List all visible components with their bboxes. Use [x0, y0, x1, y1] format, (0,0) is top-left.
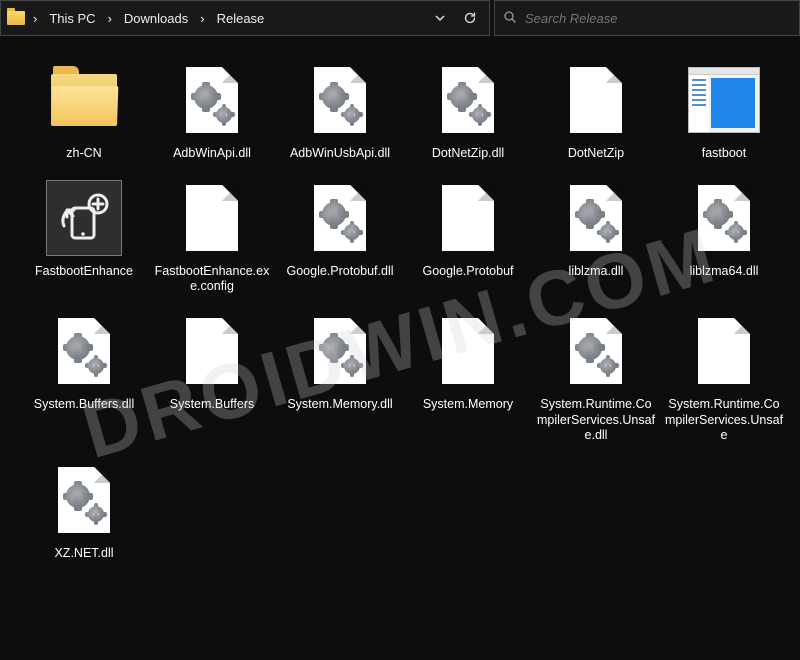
file-label: System.Runtime.CompilerServices.Unsafe [664, 397, 784, 444]
file-item[interactable]: System.Buffers.dll [20, 307, 148, 450]
search-input[interactable] [525, 11, 791, 26]
file-label: FastbootEnhance [35, 264, 133, 280]
search-icon [503, 10, 517, 27]
file-grid: zh-CN AdbWinApi.dll AdbWinUsbApi.dll DotNet… [20, 56, 790, 567]
file-label: System.Memory.dll [287, 397, 392, 413]
file-item[interactable]: FastbootEnhance.exe.config [148, 174, 276, 301]
file-item[interactable]: Google.Protobuf.dll [276, 174, 404, 301]
file-label: fastboot [702, 146, 746, 162]
file-item[interactable]: fastboot [660, 56, 788, 168]
file-label: System.Buffers.dll [34, 397, 135, 413]
file-item[interactable]: System.Buffers [148, 307, 276, 450]
file-item[interactable]: System.Runtime.CompilerServices.Unsafe.d… [532, 307, 660, 450]
file-item[interactable]: liblzma64.dll [660, 174, 788, 301]
file-icon [442, 318, 494, 384]
document-icon [688, 67, 760, 133]
file-item[interactable]: AdbWinUsbApi.dll [276, 56, 404, 168]
file-item[interactable]: DotNetZip.dll [404, 56, 532, 168]
file-icon [442, 67, 494, 133]
file-label: liblzma64.dll [690, 264, 759, 280]
file-label: FastbootEnhance.exe.config [152, 264, 272, 295]
refresh-icon[interactable] [457, 1, 483, 35]
file-icon [570, 318, 622, 384]
file-icon [314, 67, 366, 133]
breadcrumb-segment[interactable]: Downloads [120, 9, 192, 28]
file-label: Google.Protobuf [422, 264, 513, 280]
file-icon [314, 185, 366, 251]
breadcrumb-segment[interactable]: Release [213, 9, 269, 28]
search-box[interactable] [494, 0, 800, 36]
file-label: XZ.NET.dll [54, 546, 113, 562]
chevron-right-icon: › [29, 9, 41, 28]
file-icon [186, 67, 238, 133]
file-label: AdbWinUsbApi.dll [290, 146, 390, 162]
file-label: System.Buffers [170, 397, 255, 413]
file-label: zh-CN [66, 146, 101, 162]
file-label: System.Memory [423, 397, 513, 413]
file-item[interactable]: System.Runtime.CompilerServices.Unsafe [660, 307, 788, 450]
file-item[interactable]: System.Memory.dll [276, 307, 404, 450]
app-icon [46, 180, 122, 256]
file-item[interactable]: liblzma.dll [532, 174, 660, 301]
breadcrumb[interactable]: › This PC › Downloads › Release [0, 0, 490, 36]
file-icon [314, 318, 366, 384]
file-item[interactable]: FastbootEnhance [20, 174, 148, 301]
folder-icon [51, 74, 117, 126]
file-item[interactable]: Google.Protobuf [404, 174, 532, 301]
file-icon [186, 318, 238, 384]
file-icon [58, 467, 110, 533]
file-icon [442, 185, 494, 251]
file-icon [570, 185, 622, 251]
file-label: AdbWinApi.dll [173, 146, 251, 162]
folder-icon [7, 11, 25, 25]
chevron-down-icon[interactable] [427, 1, 453, 35]
chevron-right-icon: › [196, 9, 208, 28]
file-pane: zh-CN AdbWinApi.dll AdbWinUsbApi.dll DotNet… [0, 36, 800, 577]
file-icon [570, 67, 622, 133]
file-label: DotNetZip [568, 146, 624, 162]
file-icon [186, 185, 238, 251]
file-label: DotNetZip.dll [432, 146, 504, 162]
file-label: System.Runtime.CompilerServices.Unsafe.d… [536, 397, 656, 444]
file-item[interactable]: DotNetZip [532, 56, 660, 168]
file-item[interactable]: zh-CN [20, 56, 148, 168]
file-item[interactable]: XZ.NET.dll [20, 456, 148, 568]
chevron-right-icon: › [104, 9, 116, 28]
file-label: liblzma.dll [569, 264, 624, 280]
file-icon [698, 185, 750, 251]
breadcrumb-segment[interactable]: This PC [45, 9, 99, 28]
file-label: Google.Protobuf.dll [286, 264, 393, 280]
file-icon [698, 318, 750, 384]
file-item[interactable]: System.Memory [404, 307, 532, 450]
address-bar-row: › This PC › Downloads › Release [0, 0, 800, 36]
file-item[interactable]: AdbWinApi.dll [148, 56, 276, 168]
file-icon [58, 318, 110, 384]
